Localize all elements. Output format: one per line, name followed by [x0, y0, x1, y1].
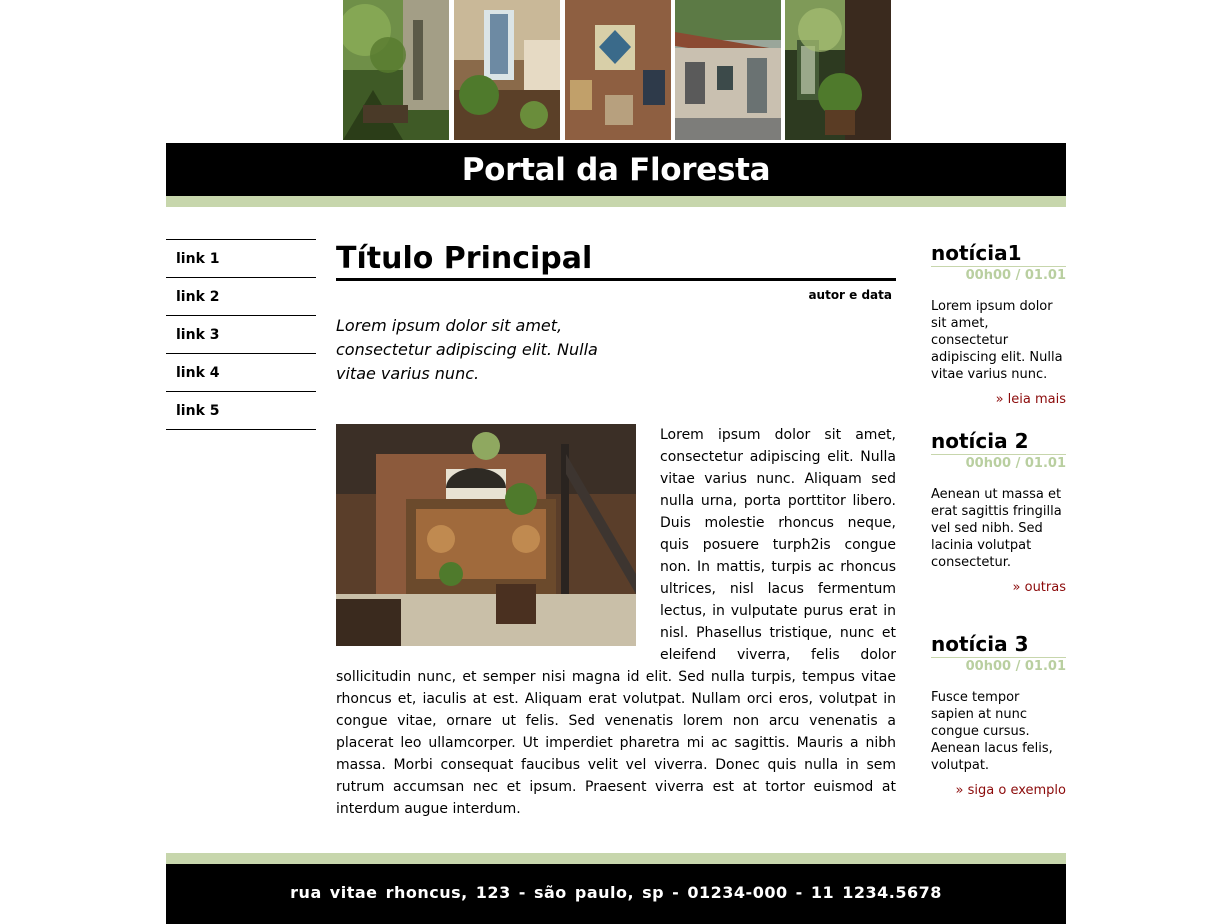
news-item: notícia 3 00h00 / 01.01 Fusce tempor sap…: [931, 631, 1066, 798]
header-accent-bar: [166, 196, 1066, 207]
news-time: 00h00 / 01.01: [965, 659, 1066, 674]
site-footer: rua vitae rhoncus, 123 - são paulo, sp -…: [166, 864, 1066, 924]
sidebar-nav: link 1 link 2 link 3 link 4 link 5: [166, 239, 316, 430]
site-title: Portal da Floresta: [461, 152, 771, 188]
news-follow-link[interactable]: » siga o exemplo: [956, 783, 1066, 798]
nav-link-4[interactable]: link 4: [166, 353, 316, 391]
nav-link-1[interactable]: link 1: [166, 239, 316, 277]
header-photo-forest-path: [343, 0, 449, 140]
news-title: notícia1: [931, 240, 1066, 267]
news-text: Aenean ut massa et erat sagittis fringil…: [931, 487, 1062, 570]
header-photo-courtyard: [785, 0, 891, 140]
nav-link-5[interactable]: link 5: [166, 391, 316, 430]
news-text: Fusce tempor sapien at nunc congue cursu…: [931, 690, 1053, 773]
news-read-more-link[interactable]: » leia mais: [996, 392, 1066, 407]
news-title: notícia 3: [931, 631, 1066, 658]
footer-accent-bar: [166, 853, 1066, 864]
news-title: notícia 2: [931, 428, 1066, 455]
news-time: 00h00 / 01.01: [965, 456, 1066, 471]
nav-link-3[interactable]: link 3: [166, 315, 316, 353]
article-body: Lorem ipsum dolor sit amet, consectetur …: [336, 386, 896, 820]
header-photo-house-roof: [675, 0, 781, 140]
header-photo-window-room: [454, 0, 560, 140]
footer-address: rua vitae rhoncus, 123 - são paulo, sp -…: [290, 883, 942, 902]
news-item: notícia1 00h00 / 01.01 Lorem ipsum dolor…: [931, 240, 1066, 407]
nav-link-2[interactable]: link 2: [166, 277, 316, 315]
header-photo-tile-wall: [565, 0, 671, 140]
news-item: notícia 2 00h00 / 01.01 Aenean ut massa …: [931, 428, 1066, 595]
site-header: Portal da Floresta: [166, 143, 1066, 196]
news-text: Lorem ipsum dolor sit amet, consectetur …: [931, 299, 1063, 382]
news-time: 00h00 / 01.01: [965, 268, 1066, 283]
news-others-link[interactable]: » outras: [1013, 580, 1066, 595]
article-title: Título Principal: [336, 240, 896, 281]
article-author-date: autor e data: [808, 288, 892, 302]
header-photo-strip: [343, 0, 891, 140]
article-photo: [336, 424, 636, 646]
main-article: Título Principal autor e data Lorem ipsu…: [336, 240, 896, 820]
article-lead: Lorem ipsum dolor sit amet, consectetur …: [336, 316, 598, 383]
